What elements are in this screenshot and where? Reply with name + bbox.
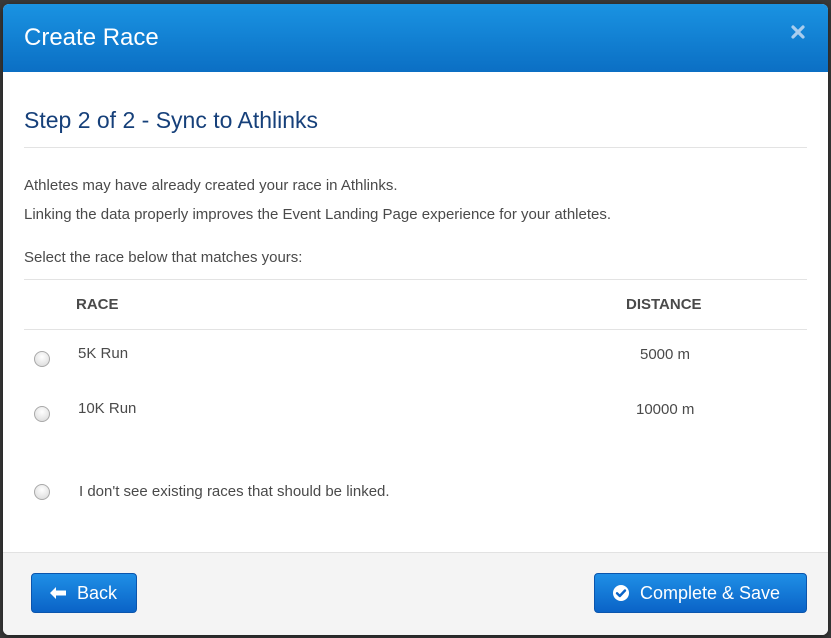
step-title: Step 2 of 2 - Sync to Athlinks bbox=[24, 107, 319, 133]
intro-line-1: Athletes may have already created your r… bbox=[24, 177, 398, 194]
race-distance-5k: 5000 m bbox=[640, 346, 691, 363]
distance-column-header: DISTANCE bbox=[626, 296, 702, 313]
complete-save-button[interactable]: Complete & Save bbox=[594, 573, 807, 613]
race-column-header: RACE bbox=[76, 296, 119, 313]
no-match-label: I don't see existing races that should b… bbox=[79, 483, 390, 500]
no-match-radio[interactable] bbox=[34, 484, 50, 500]
race-radio-5k[interactable] bbox=[34, 351, 50, 367]
modal-footer: Back Complete & Save bbox=[3, 552, 828, 635]
arrow-left-icon bbox=[49, 586, 67, 600]
title-divider bbox=[24, 147, 807, 148]
race-radio-10k[interactable] bbox=[34, 406, 50, 422]
modal-header: Create Race bbox=[3, 4, 828, 72]
race-distance-10k: 10000 m bbox=[636, 401, 695, 418]
back-button[interactable]: Back bbox=[31, 573, 137, 613]
check-circle-icon bbox=[612, 584, 630, 602]
close-icon[interactable] bbox=[790, 24, 808, 42]
complete-save-button-label: Complete & Save bbox=[640, 582, 781, 603]
race-name-10k: 10K Run bbox=[78, 400, 137, 417]
race-name-5k: 5K Run bbox=[78, 345, 129, 362]
table-header-divider bbox=[24, 329, 807, 330]
back-button-label: Back bbox=[77, 582, 118, 603]
intro-line-2: Linking the data properly improves the E… bbox=[24, 206, 612, 223]
intro-line-3: Select the race below that matches yours… bbox=[24, 249, 303, 266]
modal-title: Create Race bbox=[24, 24, 159, 51]
table-top-divider bbox=[24, 279, 807, 280]
create-race-modal: Create Race Step 2 of 2 - Sync to Athlin… bbox=[3, 4, 828, 635]
